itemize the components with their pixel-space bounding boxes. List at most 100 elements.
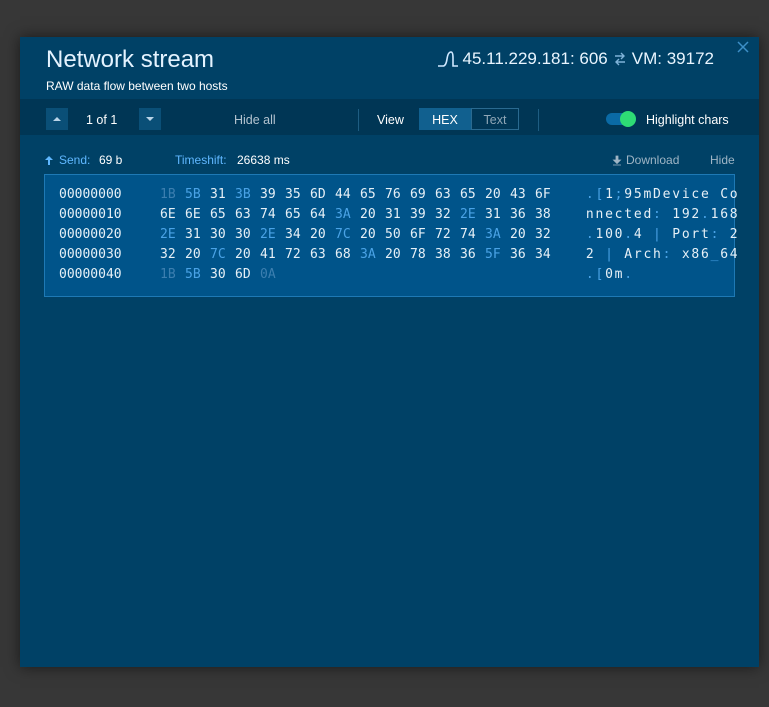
toggle-knob [620,111,636,127]
ascii-char [643,225,653,245]
dialog-subtitle: RAW data flow between two hosts [46,79,228,93]
ascii-char [614,245,624,265]
hex-byte: 7C [210,247,226,262]
ascii-char: 4 [633,227,642,242]
ascii-char: ; [614,187,623,202]
ascii-char: 4 [729,247,738,262]
source-host: 45.11.229.181: 606 [462,49,608,68]
hex-byte: 38 [535,207,551,222]
hex-byte: 20 [360,207,376,222]
hex-byte: 2E [460,207,476,222]
hex-byte: 30 [235,227,251,242]
ascii-char: o [681,227,690,242]
ascii-text: .[0 m. [585,265,633,285]
ascii-char: [ [595,187,604,202]
hex-byte: 7C [335,227,351,242]
hex-bytes: 1B 5B 30 6D 0A [160,265,285,285]
hex-byte: 20 [360,227,376,242]
hex-byte: 63 [235,207,251,222]
highlight-chars-toggle[interactable] [606,111,636,127]
ascii-char: D [653,187,661,202]
dialog-header: Network stream RAW data flow between two… [20,37,759,99]
hex-byte: 41 [260,247,276,262]
stream-toolbar: 1 of 1 Hide all View HEX Text Highlight … [20,99,759,135]
hex-byte: 39 [410,207,426,222]
hex-byte: 32 [435,207,451,222]
hex-offset: 00000000 [59,187,122,202]
ascii-char: o [729,187,738,202]
ascii-char: P [672,227,681,242]
hex-byte: 78 [410,247,426,262]
hex-byte: 64 [310,207,326,222]
ascii-char: 1 [710,207,719,222]
hex-byte: 3A [360,247,376,262]
ascii-text: .100.4 | Port: 2 [585,225,739,245]
ascii-char: 2 [585,247,594,262]
next-button[interactable] [139,108,161,130]
hex-byte: 63 [435,187,451,202]
ascii-char: e [605,207,613,222]
hex-byte: 2E [160,227,176,242]
hex-offset: 00000040 [59,267,122,282]
view-hex-option[interactable]: HEX [419,108,471,130]
ascii-char: 0 [605,227,613,242]
ascii-char: . [585,187,594,202]
view-text-option[interactable]: Text [471,108,519,130]
ascii-text: 2 | Arch: x 8 6 _ 6 4 [585,245,739,265]
ascii-char: . [624,267,633,282]
download-label: Download [626,153,680,167]
hex-byte: 31 [210,187,226,202]
ascii-char: t [701,227,709,242]
previous-button[interactable] [46,108,68,130]
hex-byte: 34 [535,247,551,262]
timeshift-label: Timeshift: [175,153,227,167]
hex-byte: 32 [535,227,551,242]
hex-byte: 38 [435,247,451,262]
ascii-char: 9 [681,207,690,222]
ascii-char: . [701,207,709,222]
ascii-char: _ [710,247,719,262]
hex-byte: 6D [310,187,326,202]
close-icon[interactable] [736,40,750,54]
network-stream-dialog: Network stream RAW data flow between two… [20,37,759,667]
ascii-char: e [701,187,709,202]
signal-wave-icon [437,51,458,67]
chevron-up-icon [53,117,61,121]
ascii-text: .[1; 9 5 m De v i c e Co [585,185,739,205]
ascii-text: nnected: 192.168 [585,205,739,225]
hex-byte: 36 [510,207,526,222]
hide-button[interactable]: Hide [710,153,735,167]
hex-byte: 6E [160,207,176,222]
hex-byte: 6F [535,187,551,202]
hex-byte: 36 [510,247,526,262]
ascii-char: c [691,187,700,202]
ascii-char: e [662,187,671,202]
ascii-char: c [614,207,623,222]
hex-byte: 65 [460,187,476,202]
hide-all-button[interactable]: Hide all [234,113,276,127]
hex-byte: 6F [410,227,426,242]
ascii-char: A [624,247,633,262]
hex-offset: 00000010 [59,207,122,222]
swap-arrows-icon [614,52,625,66]
hex-byte: 36 [460,247,476,262]
ascii-char: : [662,247,671,262]
hex-byte: 50 [385,227,401,242]
hex-byte: 20 [385,247,401,262]
hex-byte: 5B [185,187,201,202]
hex-byte: 72 [435,227,451,242]
hex-byte: 3A [485,227,501,242]
download-button[interactable]: Download [612,153,679,167]
ascii-char: v [672,187,681,202]
hex-byte: 39 [260,187,276,202]
ascii-char: x [681,247,690,262]
target-host: VM: 39172 [631,49,714,68]
arrow-up-icon [45,156,53,165]
hex-byte: 20 [485,187,501,202]
hex-bytes: 1B 5B 31 3B 39 35 6D 44 65 76 69 63 65 20 43 6F [160,185,560,205]
ascii-char: . [624,227,633,242]
hex-byte: 32 [160,247,176,262]
hex-byte: 20 [310,227,326,242]
stream-info-bar: Send: 69 b Timeshift: 26638 ms Download … [20,153,759,171]
hex-byte: 2E [260,227,276,242]
